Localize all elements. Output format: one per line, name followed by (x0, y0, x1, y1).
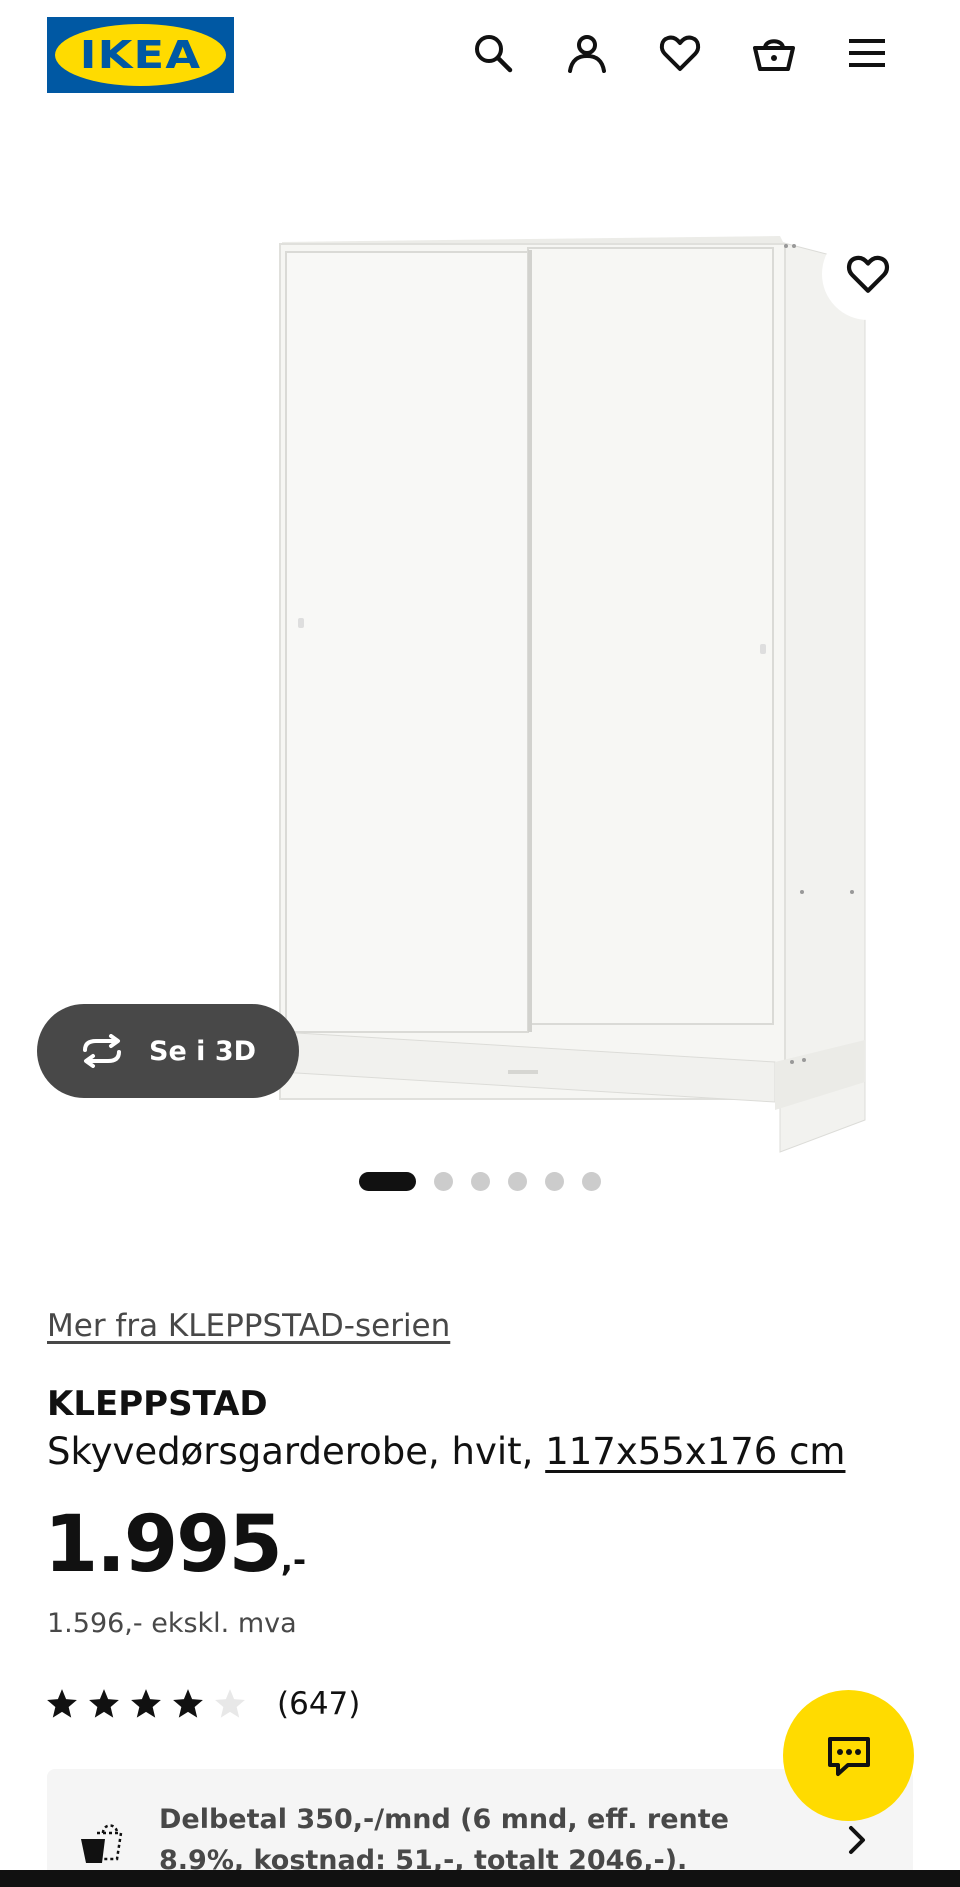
add-to-wishlist-button[interactable] (822, 228, 914, 320)
product-description: Skyvedørsgarderobe, hvit, 117x55x176 cm (47, 1430, 845, 1473)
chevron-right-icon (849, 1826, 865, 1854)
rating[interactable]: (647) (45, 1686, 360, 1722)
price-ex-vat: 1.596,- ekskl. mva (47, 1608, 297, 1639)
product-name: KLEPPSTAD (47, 1384, 268, 1424)
rating-count: (647) (277, 1686, 361, 1722)
financing-text: Delbetal 350,-/mnd (6 mnd, eff. rente 8.… (159, 1804, 729, 1876)
price: 1.995,- (44, 1500, 306, 1590)
gallery-dot-3[interactable] (471, 1172, 490, 1191)
star-icon (131, 1689, 161, 1718)
gallery-dot-5[interactable] (545, 1172, 564, 1191)
logo-text: IKEA (79, 33, 202, 77)
menu-icon[interactable] (844, 30, 890, 76)
chat-icon (827, 1736, 870, 1776)
gallery-dot-6[interactable] (582, 1172, 601, 1191)
star-icon (89, 1689, 119, 1718)
user-icon[interactable] (564, 30, 610, 76)
gallery-pagination (359, 1172, 601, 1191)
view-3d-label: Se i 3D (149, 1035, 257, 1067)
view-3d-button[interactable]: Se i 3D (37, 1004, 299, 1098)
gallery-dot-2[interactable] (434, 1172, 453, 1191)
price-decimal: ,- (280, 1541, 307, 1579)
chat-button[interactable] (783, 1690, 914, 1821)
basket-icon[interactable] (751, 30, 797, 76)
system-navigation-bar (0, 1870, 960, 1887)
series-link[interactable]: Mer fra KLEPPSTAD-serien (47, 1308, 450, 1344)
product-image (279, 236, 866, 1153)
gallery-dot-1[interactable] (359, 1172, 416, 1191)
heart-icon (846, 255, 890, 293)
payment-basket-icon (81, 1824, 123, 1863)
star-empty-icon (215, 1689, 245, 1718)
header: IKEA (0, 0, 960, 112)
gallery-dot-4[interactable] (508, 1172, 527, 1191)
price-integer: 1.995 (44, 1500, 283, 1590)
star-icon (47, 1689, 77, 1718)
star-icon (173, 1689, 203, 1718)
search-icon[interactable] (470, 30, 516, 76)
ikea-logo[interactable]: IKEA (47, 17, 234, 93)
heart-icon[interactable] (657, 30, 703, 76)
rotate-3d-icon (83, 1034, 121, 1068)
product-gallery[interactable] (0, 112, 960, 1153)
product-type: Skyvedørsgarderobe, hvit, (47, 1430, 546, 1473)
dimensions-link[interactable]: 117x55x176 cm (545, 1430, 845, 1473)
